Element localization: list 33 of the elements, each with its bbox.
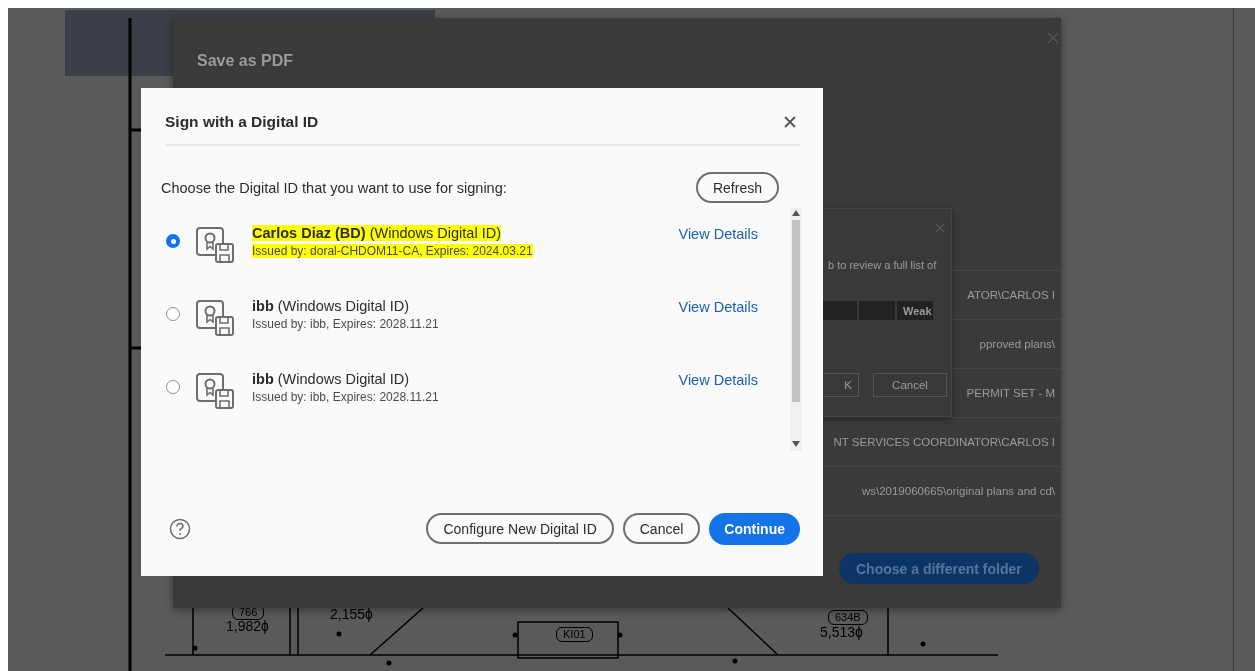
issuer-text: Issued by: ibb, Expires: 2028.11.21: [252, 390, 439, 404]
radio-button[interactable]: [166, 307, 180, 321]
refresh-button[interactable]: Refresh: [695, 172, 779, 203]
drawing-label: 634B: [828, 610, 868, 625]
dialog-title: Sign with a Digital ID: [165, 113, 319, 131]
certificate-icon: [196, 373, 234, 409]
issuer-text: Issued by: doral-CHDOM11-CA, Expires: 2024.03.21: [252, 244, 533, 258]
continue-button[interactable]: Continue: [709, 513, 800, 545]
digital-id-name: Carlos Diaz (BD) (Windows Digital ID): [252, 225, 501, 241]
configure-button[interactable]: Configure New Digital ID: [426, 513, 614, 544]
digital-id-name: ibb (Windows Digital ID): [252, 298, 410, 314]
scroll-down-icon[interactable]: [792, 441, 800, 447]
instruction-text: Choose the Digital ID that you want to use for signing:: [161, 179, 507, 196]
drawing-label: 5,513ɸ: [820, 624, 863, 640]
view-details-link[interactable]: View Details: [678, 226, 758, 242]
view-details-link[interactable]: View Details: [678, 372, 758, 388]
radio-button[interactable]: [166, 234, 180, 248]
drawing-label: 1,982ɸ: [226, 618, 269, 634]
strength-label: Weak: [903, 305, 932, 317]
view-details-link[interactable]: View Details: [678, 299, 758, 315]
drawing-label: KI01: [556, 627, 593, 642]
scroll-up-icon[interactable]: [792, 210, 800, 216]
dialog-text: b to review a full list of: [828, 259, 937, 271]
digital-id-name: ibb (Windows Digital ID): [252, 371, 410, 387]
certificate-icon: [196, 227, 234, 263]
drawing-label: 2,155ɸ: [330, 606, 373, 622]
panel-title: Save as PDF: [197, 52, 294, 70]
certificate-icon: [196, 300, 234, 336]
cancel-button[interactable]: Cancel: [622, 513, 701, 544]
cancel-button[interactable]: Cancel: [873, 373, 947, 397]
radio-button[interactable]: [166, 380, 180, 394]
scrollbar[interactable]: [790, 208, 802, 451]
issuer-text: Issued by: ibb, Expires: 2028.11.21: [252, 317, 439, 331]
